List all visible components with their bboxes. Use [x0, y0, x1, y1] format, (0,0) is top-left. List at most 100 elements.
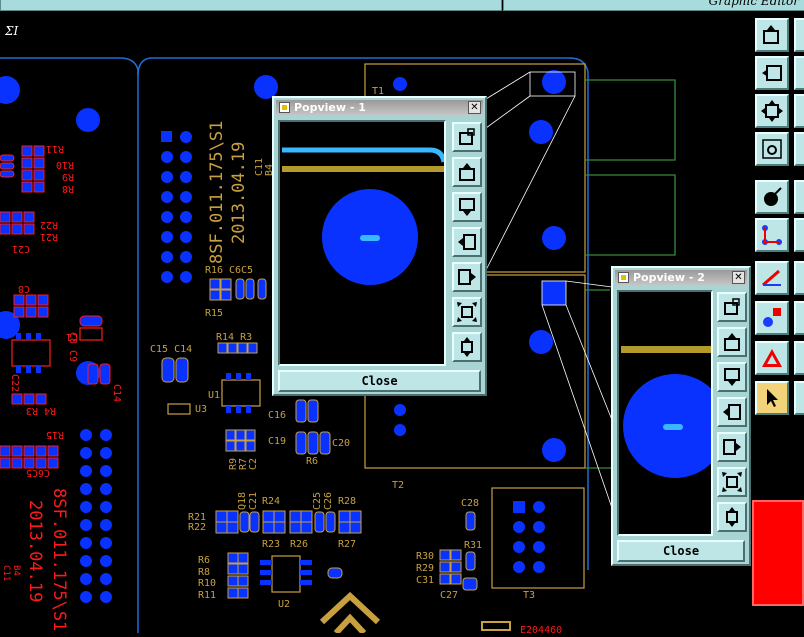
pan-up-icon	[459, 163, 475, 181]
app-title: Graphic Editor	[708, 0, 799, 8]
svg-text:C8: C8	[18, 283, 30, 294]
svg-text:R22: R22	[40, 219, 58, 230]
popview-1-zoom-out-button[interactable]	[452, 297, 482, 327]
svg-text:C19: C19	[268, 436, 286, 447]
svg-text:C31: C31	[416, 575, 434, 586]
drc-button[interactable]	[755, 341, 789, 375]
zoom-in-button[interactable]	[755, 56, 789, 90]
pan-left-icon	[458, 234, 476, 250]
svg-text:R6: R6	[306, 456, 318, 467]
zoom-window-button[interactable]	[755, 18, 789, 52]
toolbar-extra-3[interactable]	[794, 94, 804, 128]
toolbar-extra-1[interactable]	[794, 18, 804, 52]
board-corner-label: ΣΙ	[5, 24, 19, 38]
svg-text:C6C5: C6C5	[229, 265, 253, 276]
popview-1-pan-right-button[interactable]	[452, 262, 482, 292]
zoom-window-icon	[724, 298, 740, 315]
popview-2-pan-right-button[interactable]	[717, 432, 747, 462]
popview-2-pan-down-button[interactable]	[717, 362, 747, 392]
toolbar-extra-10[interactable]	[794, 381, 804, 415]
select-pointer-button[interactable]	[755, 381, 789, 415]
svg-text:R22: R22	[188, 522, 206, 533]
popview-2-zoomed-artwork	[621, 346, 711, 478]
place-component-button[interactable]	[755, 180, 789, 214]
silk-part-number-2: 8SF.011.175\S1	[49, 488, 69, 631]
svg-text:R14 R3: R14 R3	[216, 332, 252, 343]
svg-text:U1: U1	[208, 390, 220, 401]
popview-1-pan-left-button[interactable]	[452, 227, 482, 257]
popview-1-close-icon[interactable]: ✕	[468, 101, 481, 114]
pan-right-icon	[723, 439, 741, 455]
popview-2-titlebar[interactable]: Popview - 2 ✕	[615, 270, 747, 286]
pan-up-icon	[724, 333, 740, 351]
svg-text:R15: R15	[205, 308, 223, 319]
silk-part-number-1: 8SF.011.175\S1	[207, 121, 227, 264]
svg-text:C21: C21	[12, 243, 30, 254]
toolbar-extra-7[interactable]	[794, 261, 804, 295]
popview-2-pan-up-button[interactable]	[717, 327, 747, 357]
svg-text:R9: R9	[62, 171, 74, 182]
window-icon	[279, 102, 290, 113]
connect-nets-button[interactable]	[755, 218, 789, 252]
popview-2-zoom-out-button[interactable]	[717, 467, 747, 497]
popview-2-zoom-fit-button[interactable]	[717, 502, 747, 532]
pointer-arrow-icon	[767, 389, 778, 407]
svg-text:R15: R15	[46, 429, 64, 440]
toolbar-extra-6[interactable]	[794, 218, 804, 252]
settings-button[interactable]	[755, 132, 789, 166]
popview-2-viewport[interactable]	[617, 290, 713, 536]
zoom-window-icon	[459, 128, 475, 145]
zoom-fit-icon	[461, 337, 473, 357]
toolbar-extra-2[interactable]	[794, 56, 804, 90]
silk-date-1: 2013.04.19	[229, 142, 249, 244]
svg-text:U2: U2	[278, 599, 290, 610]
svg-text:R29: R29	[416, 563, 434, 574]
via-icon	[763, 308, 781, 327]
popview-2-title: Popview - 2	[633, 271, 705, 284]
svg-text:R28: R28	[338, 496, 356, 507]
pan-down-icon	[459, 198, 475, 216]
layer-color-swatch[interactable]	[752, 500, 804, 606]
window-icon	[618, 272, 629, 283]
popview-1-close-button[interactable]: Close	[278, 370, 481, 392]
popview-1-zoom-window-button[interactable]	[452, 122, 482, 152]
popview-1-pan-up-button[interactable]	[452, 157, 482, 187]
toolbar-extra-5[interactable]	[794, 180, 804, 214]
svg-text:R11: R11	[198, 590, 216, 601]
svg-text:R8: R8	[198, 567, 210, 578]
toolbar-extra-9[interactable]	[794, 341, 804, 375]
svg-text:C28: C28	[461, 498, 479, 509]
svg-text:R23: R23	[262, 539, 280, 550]
place-via-button[interactable]	[755, 301, 789, 335]
toolbar-extra-4[interactable]	[794, 132, 804, 166]
popview-1-titlebar[interactable]: Popview - 1 ✕	[276, 100, 483, 116]
svg-text:R26: R26	[290, 539, 308, 550]
popview-2-zoom-window-button[interactable]	[717, 292, 747, 322]
pan-down-icon	[724, 368, 740, 386]
svg-text:R10: R10	[56, 159, 74, 170]
popview-1-zoom-fit-button[interactable]	[452, 332, 482, 362]
route-trace-button[interactable]	[755, 261, 789, 295]
warning-triangle-icon	[762, 349, 782, 367]
popview-1-pan-down-button[interactable]	[452, 192, 482, 222]
svg-text:C20: C20	[332, 438, 350, 449]
status-panel-right: Graphic Editor	[503, 0, 804, 11]
svg-text:R11: R11	[46, 143, 64, 154]
zoom-in-icon	[762, 65, 782, 81]
svg-text:C21: C21	[248, 492, 259, 510]
svg-text:B4: B4	[11, 565, 21, 576]
svg-text:E204460: E204460	[520, 625, 562, 633]
top-status-bar: Graphic Editor	[0, 0, 804, 14]
pan-right-icon	[458, 269, 476, 285]
silk-date-2: 2013.04.19	[25, 500, 45, 602]
popview-1-viewport[interactable]	[278, 120, 446, 366]
popview-2-close-button[interactable]: Close	[617, 540, 745, 562]
svg-text:C11: C11	[1, 565, 11, 581]
zoom-fit-button[interactable]	[755, 94, 789, 128]
svg-text:C22: C22	[9, 374, 20, 392]
toolbar-extra-8[interactable]	[794, 301, 804, 335]
svg-text:C15 C14: C15 C14	[150, 344, 192, 355]
popview-2-pan-left-button[interactable]	[717, 397, 747, 427]
popview-2-close-icon[interactable]: ✕	[732, 271, 745, 284]
gear-icon	[762, 139, 782, 159]
